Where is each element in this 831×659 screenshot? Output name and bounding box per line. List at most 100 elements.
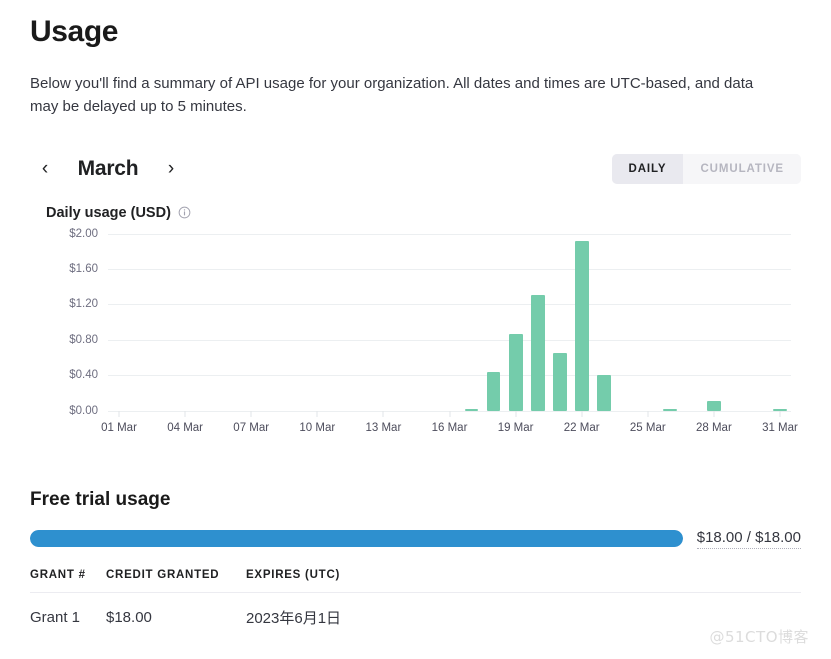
x-axis-tick — [449, 410, 450, 417]
view-mode-toggle: DAILY CUMULATIVE — [611, 153, 801, 184]
prev-month-button[interactable]: ‹ — [30, 154, 60, 184]
x-axis-tick — [118, 410, 120, 417]
x-axis-tick-label: 16 Mar — [431, 421, 468, 434]
daily-usage-chart: $2.00 $1.60 $1.20 $0.80 $0.40 $0.00 01 Mar 04 … — [30, 228, 801, 441]
x-axis-tick-label: 07 Mar — [233, 421, 270, 434]
bar-cell[interactable] — [483, 234, 505, 411]
month-navigation: ‹ March › — [30, 154, 186, 184]
bar-cell[interactable] — [725, 234, 747, 411]
x-axis-tick — [581, 410, 583, 417]
x-axis-tick-label: 01 Mar — [101, 421, 137, 434]
bar-cell[interactable] — [306, 234, 328, 411]
chart-bar[interactable] — [574, 240, 589, 411]
chart-title: Daily usage (USD) — [46, 204, 171, 221]
chart-bar[interactable] — [508, 333, 523, 411]
x-axis-tick-label: 10 Mar — [299, 421, 336, 434]
bar-cell[interactable] — [284, 234, 306, 411]
next-month-button[interactable]: › — [156, 154, 186, 184]
bar-cell[interactable] — [615, 234, 637, 411]
y-axis-tick-label: $1.60 — [69, 262, 98, 275]
chart-bar[interactable] — [552, 352, 567, 411]
bar-cell[interactable] — [240, 234, 262, 411]
x-axis-tick — [779, 410, 781, 417]
bar-cell[interactable] — [659, 234, 681, 411]
bar-cell[interactable] — [196, 234, 218, 411]
bar-cell[interactable] — [703, 234, 725, 411]
usage-page: Usage Below you'll find a summary of API… — [0, 0, 831, 659]
watermark: @51CTO博客 — [709, 628, 809, 646]
progress-bar-fill — [30, 530, 683, 547]
page-title: Usage — [30, 15, 119, 48]
chart-x-axis: 01 Mar 04 Mar 07 Mar 10 Mar 13 Mar 16 Mar 19 M… — [101, 410, 798, 441]
bar-cell[interactable] — [461, 234, 483, 411]
page-description: Below you'll find a summary of API usage… — [30, 75, 754, 116]
y-axis-tick-label: $0.80 — [69, 333, 98, 346]
tab-cumulative[interactable]: CUMULATIVE — [683, 153, 801, 184]
progress-amount-label: $18.00 / $18.00 — [696, 529, 801, 549]
x-axis-tick — [382, 410, 384, 417]
bar-cell[interactable] — [152, 234, 174, 411]
x-axis-tick-label: 28 Mar — [695, 421, 732, 434]
bar-cell[interactable] — [505, 234, 527, 411]
chart-controls-row: ‹ March › DAILY CUMULATIVE — [30, 153, 801, 185]
column-header-expires: EXPIRES (UTC) — [246, 568, 801, 593]
x-axis-tick — [184, 410, 186, 417]
bar-cell[interactable] — [174, 234, 196, 411]
bar-cell[interactable] — [438, 234, 460, 411]
x-axis-tick-label: 22 Mar — [563, 421, 600, 434]
grants-table: GRANT # CREDIT GRANTED EXPIRES (UTC) Gra… — [30, 568, 801, 628]
chart-bar[interactable] — [596, 375, 611, 411]
bar-cell[interactable] — [394, 234, 416, 411]
x-axis-tick-label: 25 Mar — [629, 421, 666, 434]
free-trial-progress-row: $18.00 / $18.00 — [30, 529, 801, 549]
cell-credit-granted: $18.00 — [106, 608, 152, 626]
tab-daily[interactable]: DAILY — [611, 153, 684, 184]
bar-cell[interactable] — [747, 234, 769, 411]
progress-bar-track — [30, 530, 683, 547]
y-axis-tick-label: $2.00 — [69, 227, 98, 240]
column-header-grant-number: GRANT # — [30, 568, 106, 593]
bar-cell[interactable] — [130, 234, 152, 411]
chart-plot-area: $2.00 $1.60 $1.20 $0.80 $0.40 $0.00 — [69, 228, 791, 417]
chart-title-row: Daily usage (USD) — [46, 205, 801, 221]
bar-cell[interactable] — [262, 234, 284, 411]
bar-cell[interactable] — [108, 234, 130, 411]
chart-bar[interactable] — [486, 372, 501, 411]
x-axis-tick-label: 19 Mar — [497, 421, 534, 434]
x-axis-tick — [713, 410, 715, 417]
bar-cell[interactable] — [637, 234, 659, 411]
chart-bars — [108, 234, 791, 411]
x-axis-tick-label: 31 Mar — [762, 421, 798, 434]
x-axis-tick-label: 04 Mar — [167, 421, 204, 434]
y-axis-tick-label: $0.40 — [69, 369, 98, 382]
column-header-credit-granted: CREDIT GRANTED — [106, 568, 246, 593]
bar-cell[interactable] — [218, 234, 240, 411]
bar-cell[interactable] — [681, 234, 703, 411]
chart-bar[interactable] — [530, 294, 545, 411]
bar-cell[interactable] — [593, 234, 615, 411]
free-trial-title: Free trial usage — [30, 488, 171, 510]
bar-cell[interactable] — [328, 234, 350, 411]
table-row: Grant 1 $18.00 2023年6月1日 — [30, 592, 801, 628]
cell-grant-number: Grant 1 — [30, 608, 81, 626]
bar-cell[interactable] — [549, 234, 571, 411]
bar-cell[interactable] — [350, 234, 372, 411]
grants-table-body: Grant 1 $18.00 2023年6月1日 — [30, 592, 801, 628]
current-month-label: March — [77, 156, 139, 180]
bar-cell[interactable] — [416, 234, 438, 411]
x-axis-tick — [250, 410, 252, 417]
cell-expires: 2023年6月1日 — [246, 609, 342, 627]
y-axis-tick-label: $0.00 — [69, 404, 98, 417]
bar-cell[interactable] — [372, 234, 394, 411]
x-axis-tick — [647, 410, 649, 417]
bar-cell[interactable] — [527, 234, 549, 411]
bar-cell[interactable] — [769, 234, 791, 411]
x-axis-tick — [316, 410, 318, 417]
x-axis-tick-label: 13 Mar — [365, 421, 402, 434]
info-icon[interactable] — [178, 206, 191, 219]
bar-cell[interactable] — [571, 234, 593, 411]
x-axis-tick — [515, 410, 517, 417]
chart-bar[interactable] — [706, 400, 721, 411]
table-header-row: GRANT # CREDIT GRANTED EXPIRES (UTC) — [30, 568, 801, 593]
y-axis-tick-label: $1.20 — [69, 298, 98, 311]
